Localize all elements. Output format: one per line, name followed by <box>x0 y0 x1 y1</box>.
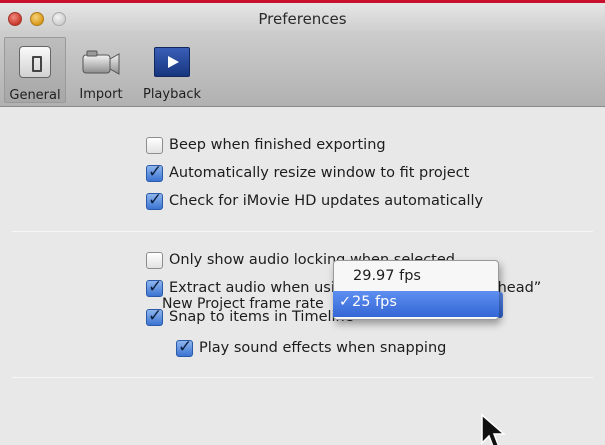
frame-rate-option-selected[interactable]: ✓ 25 fps <box>333 291 499 317</box>
tab-general-label: General <box>9 88 61 103</box>
checkbox[interactable] <box>176 337 193 357</box>
general-preferences-pane: Beep when finished exporting Automatical… <box>0 108 605 445</box>
section-divider <box>12 231 593 232</box>
option-text: 25 fps <box>352 294 397 310</box>
checkbox[interactable] <box>146 306 163 326</box>
frame-rate-dropdown-menu: 29.97 fps ✓ 25 fps <box>333 260 499 320</box>
preferences-toolbar: General Import Playback <box>0 31 605 107</box>
tab-import-label: Import <box>79 87 123 102</box>
frame-rate-option[interactable]: 29.97 fps <box>334 265 500 291</box>
option-label: Automatically resize window to fit proje… <box>169 165 470 181</box>
option-label: Check for iMovie HD updates automaticall… <box>169 193 484 209</box>
option-beep-when-finished[interactable]: Beep when finished exporting <box>146 134 386 156</box>
tab-import[interactable]: Import <box>70 37 132 103</box>
checkbox[interactable] <box>146 277 163 297</box>
preferences-window: Preferences General Import Playback Beep… <box>0 0 605 445</box>
option-play-snap-sounds[interactable]: Play sound effects when snapping <box>176 337 446 359</box>
checkbox[interactable] <box>146 251 163 269</box>
option-auto-resize-window[interactable]: Automatically resize window to fit proje… <box>146 162 469 184</box>
section-divider <box>12 377 593 378</box>
option-text: 29.97 fps <box>353 268 421 284</box>
option-label: Beep when finished exporting <box>169 137 386 153</box>
camcorder-icon <box>82 50 120 75</box>
window-title: Preferences <box>258 10 347 28</box>
playback-screen-icon <box>154 47 190 77</box>
frame-rate-label: New Project frame rate <box>162 296 324 312</box>
checkbox[interactable] <box>146 190 163 210</box>
checkmark-icon: ✓ <box>339 294 352 310</box>
title-bar: Preferences <box>0 3 605 31</box>
option-check-imovie-hd-updates[interactable]: Check for iMovie HD updates automaticall… <box>146 190 483 212</box>
tab-playback[interactable]: Playback <box>134 37 210 103</box>
general-switch-icon <box>19 46 51 78</box>
checkbox[interactable] <box>146 136 163 154</box>
mouse-pointer-icon <box>481 413 507 445</box>
tab-general[interactable]: General <box>4 37 66 103</box>
tab-playback-label: Playback <box>142 87 201 102</box>
option-label: Play sound effects when snapping <box>199 340 447 356</box>
checkbox[interactable] <box>146 162 163 182</box>
